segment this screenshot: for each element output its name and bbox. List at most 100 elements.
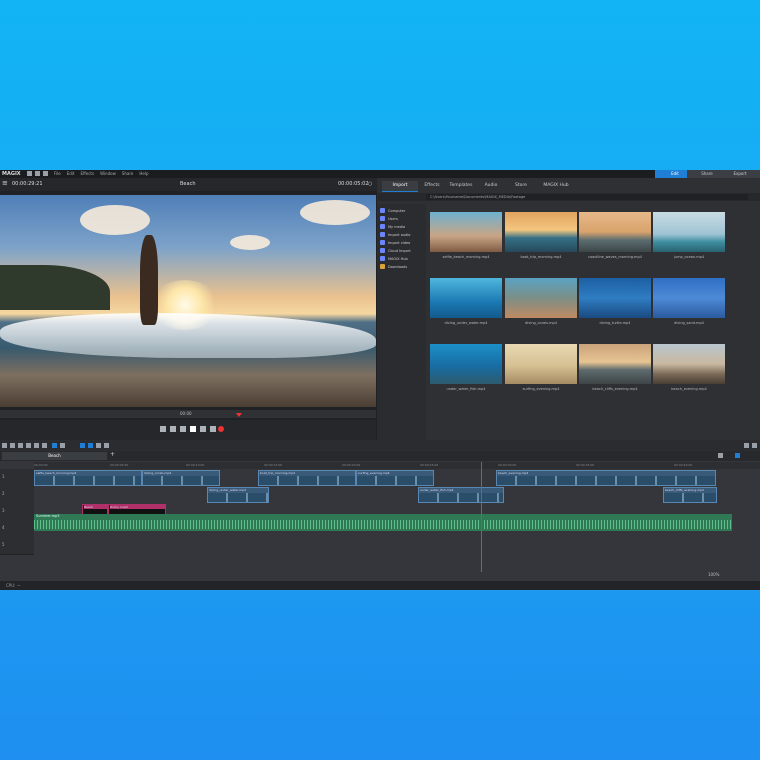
tab-templates[interactable]: Templates	[446, 181, 476, 191]
sidebar-item-import-video[interactable]: Import video	[380, 240, 410, 245]
delete-icon[interactable]	[18, 443, 23, 448]
ruler-tick: 00:00:05:00	[110, 463, 129, 467]
video-clip[interactable]: under_water_fish.mp4	[418, 487, 504, 503]
layout-icon[interactable]	[744, 443, 749, 448]
path-field[interactable]: C:\Users\Yourname\Documents\MAGIX_MEDIA\…	[426, 194, 748, 200]
tab-store[interactable]: Store	[506, 181, 536, 191]
clip-frames	[664, 493, 716, 502]
sidebar-item-import-audio[interactable]: Import audio	[380, 232, 410, 237]
track-header[interactable]: 2	[0, 486, 34, 504]
video-clip[interactable]: selfie_beach_morning.mp4	[34, 470, 142, 486]
track-header[interactable]: 4	[0, 520, 34, 538]
tab-magix-hub[interactable]: MAGIX Hub	[536, 181, 576, 191]
add-tab-icon[interactable]: +	[110, 451, 115, 458]
sidebar-item-users[interactable]: Users	[380, 216, 398, 221]
clip-frames	[143, 476, 219, 485]
media-label: surfing_evening.mp4	[522, 387, 560, 391]
clip-label: beach_evening.mp4	[498, 471, 529, 475]
tab-audio[interactable]: Audio	[476, 181, 506, 191]
sidebar-item-magix-hub[interactable]: MAGIX Hub	[380, 256, 408, 261]
ruler-tick: 00:00:25:00	[420, 463, 439, 467]
hamburger-menu-icon[interactable]: ≡	[2, 179, 8, 187]
timeline-view-icon[interactable]	[735, 453, 740, 458]
scrub-playhead-marker[interactable]	[236, 413, 242, 417]
play-icon[interactable]	[190, 426, 196, 432]
media-thumb[interactable]	[430, 344, 502, 384]
media-thumb[interactable]	[430, 278, 502, 318]
tab-effects[interactable]: Effects	[418, 181, 446, 191]
tab-import[interactable]: Import	[382, 181, 418, 192]
storyboard-view-icon[interactable]	[718, 453, 723, 458]
media-thumb[interactable]	[505, 212, 577, 252]
media-thumb[interactable]	[579, 278, 651, 318]
sidebar-item-my-media[interactable]: My media	[380, 224, 405, 229]
timeline-playhead[interactable]	[481, 462, 482, 572]
media-thumb[interactable]	[579, 212, 651, 252]
video-clip[interactable]: diving_corals.mp4	[142, 470, 220, 486]
mouse-mode-icon[interactable]	[52, 443, 57, 448]
text-icon[interactable]	[26, 443, 31, 448]
timeline-tab[interactable]: Beach	[2, 452, 107, 460]
open-folder-icon[interactable]	[35, 171, 40, 176]
forward-icon[interactable]	[200, 426, 206, 432]
timeline-ruler[interactable]: 00:00:00 00:00:05:00 00:00:10:00 00:00:1…	[34, 462, 760, 469]
video-clip[interactable]: beach_evening.mp4	[496, 470, 716, 486]
rewind-icon[interactable]	[170, 426, 176, 432]
menu-help[interactable]: Help	[139, 171, 148, 176]
settings-icon[interactable]: ○	[368, 181, 372, 187]
record-icon[interactable]	[218, 426, 224, 432]
sidebar-item-downloads[interactable]: Downloads	[380, 264, 407, 269]
save-icon[interactable]	[43, 171, 48, 176]
menu-edit[interactable]: Edit	[67, 171, 75, 176]
media-thumb[interactable]	[653, 344, 725, 384]
media-thumb[interactable]	[653, 278, 725, 318]
link-icon[interactable]	[80, 443, 85, 448]
layout-alt-icon[interactable]	[752, 443, 757, 448]
clip-label: selfie_beach_morning.mp4	[36, 471, 77, 475]
menu-share[interactable]: Share	[122, 171, 134, 176]
range-icon[interactable]	[60, 443, 65, 448]
snap-icon[interactable]	[88, 443, 93, 448]
preview-scrubber[interactable]: 00:00	[0, 410, 376, 418]
media-thumb[interactable]	[579, 344, 651, 384]
go-end-icon[interactable]	[210, 426, 216, 432]
track-header[interactable]: 1	[0, 469, 34, 487]
marker-icon[interactable]	[42, 443, 47, 448]
go-start-icon[interactable]	[160, 426, 166, 432]
menu-effects[interactable]: Effects	[80, 171, 94, 176]
track-number: 1	[2, 474, 5, 479]
video-clip[interactable]: beach_cliffs_evening.mp4	[663, 487, 717, 503]
split-icon[interactable]	[34, 443, 39, 448]
media-thumb[interactable]	[653, 212, 725, 252]
sidebar-label: Cloud Import	[388, 248, 411, 253]
menu-window[interactable]: Window	[100, 171, 116, 176]
media-thumb[interactable]	[505, 278, 577, 318]
track-header[interactable]: 5	[0, 537, 34, 555]
zoom-level: 100%	[708, 572, 720, 577]
stop-icon[interactable]	[180, 426, 186, 432]
status-bar: CPU: —	[0, 581, 760, 590]
new-file-icon[interactable]	[27, 171, 32, 176]
magnet-icon[interactable]	[104, 443, 109, 448]
timeline-header: Beach +	[0, 451, 760, 461]
computer-icon	[380, 208, 385, 213]
sidebar-item-computer[interactable]: Computer	[380, 208, 405, 213]
video-frame[interactable]	[0, 195, 376, 407]
menu-file[interactable]: File	[54, 171, 61, 176]
sidebar-item-cloud-import[interactable]: Cloud Import	[380, 248, 411, 253]
media-thumb[interactable]	[430, 212, 502, 252]
mode-export-button[interactable]: Export	[720, 170, 760, 178]
ripple-icon[interactable]	[96, 443, 101, 448]
clip-label: boat_trip_morning.mp4	[260, 471, 296, 475]
video-clip[interactable]: surfing_evening.mp4	[356, 470, 434, 486]
audio-clip[interactable]: Summer.mp3	[34, 514, 732, 531]
media-label: jump_ocean.mp4	[673, 255, 705, 259]
cpu-status: CPU: —	[6, 583, 21, 588]
redo-icon[interactable]	[10, 443, 15, 448]
undo-icon[interactable]	[2, 443, 7, 448]
video-clip[interactable]: diving_under_water.mp4	[207, 487, 269, 503]
media-label: selfie_beach_morning.mp4	[442, 255, 490, 259]
track-header[interactable]: 3	[0, 503, 34, 521]
video-clip[interactable]: boat_trip_morning.mp4	[258, 470, 356, 486]
media-thumb[interactable]	[505, 344, 577, 384]
